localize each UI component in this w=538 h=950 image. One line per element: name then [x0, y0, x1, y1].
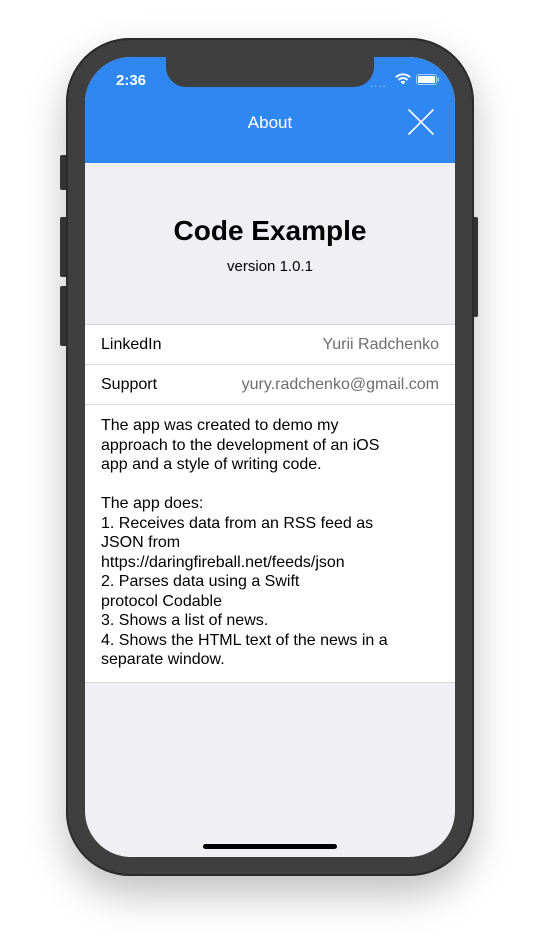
app-description: The app was created to demo my approach … [101, 417, 388, 668]
close-icon[interactable] [405, 106, 437, 138]
status-time: 2:36 [116, 72, 147, 89]
support-row[interactable]: Support yury.radchenko@gmail.com [85, 365, 455, 405]
notch [166, 57, 374, 87]
app-version: version 1.0.1 [227, 258, 313, 275]
phone-screen: 2:36 .... About Code Example version 1.0… [85, 57, 455, 857]
app-header: Code Example version 1.0.1 [85, 163, 455, 324]
info-row-label: Support [101, 376, 158, 393]
device-mockup: 2:36 .... About Code Example version 1.0… [0, 0, 538, 950]
linkedin-row[interactable]: LinkedIn Yurii Radchenko [85, 325, 455, 365]
home-indicator[interactable] [203, 844, 337, 849]
nav-title: About [247, 113, 293, 132]
signal-dots: .... [370, 79, 387, 90]
info-list: LinkedIn Yurii Radchenko Support yury.ra… [85, 324, 455, 683]
navigation-bar: About [85, 102, 455, 163]
support-email-link[interactable]: yury.radchenko@gmail.com [242, 365, 439, 404]
battery-icon [416, 74, 439, 85]
app-name: Code Example [173, 215, 367, 246]
phone-frame: 2:36 .... About Code Example version 1.0… [66, 38, 474, 876]
wifi-icon [395, 73, 411, 85]
info-row-label: LinkedIn [101, 336, 162, 353]
linkedin-link[interactable]: Yurii Radchenko [322, 325, 439, 364]
